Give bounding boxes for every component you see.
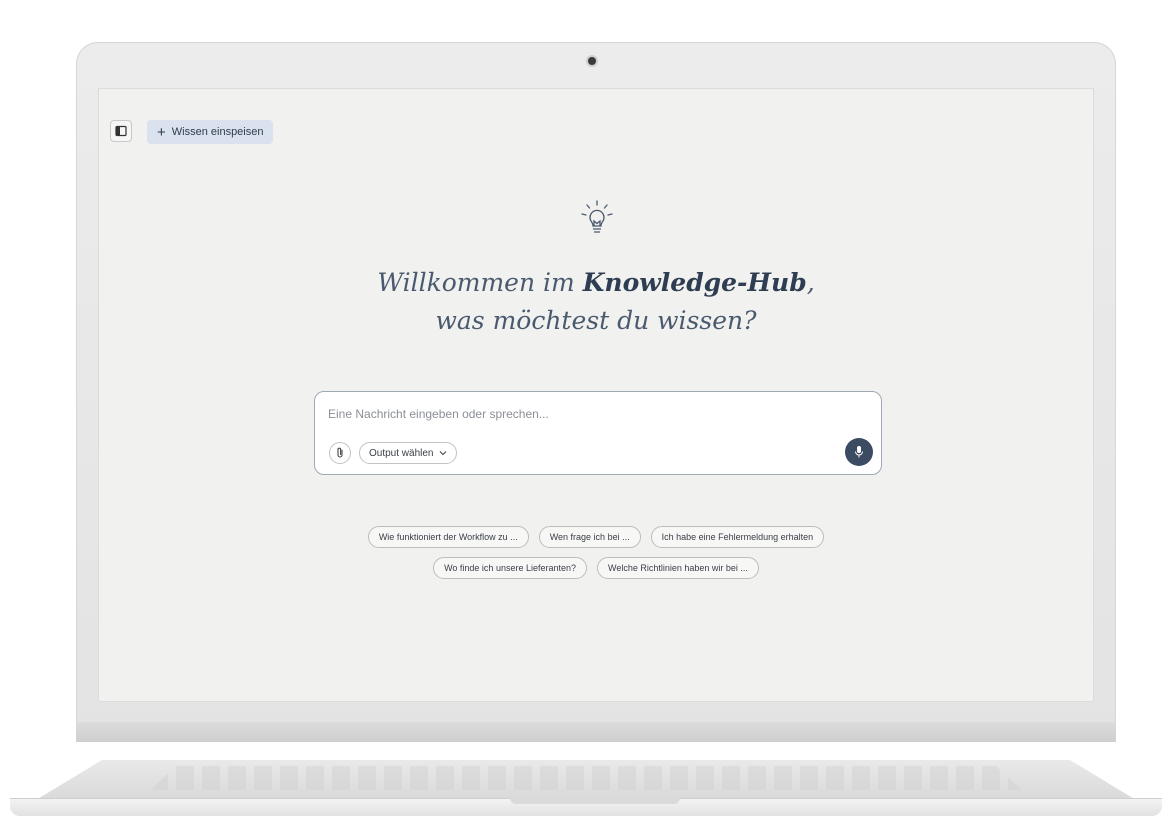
- suggestion-chip[interactable]: Welche Richtlinien haben wir bei ...: [597, 557, 759, 579]
- headline-prefix: Willkommen im: [377, 268, 583, 297]
- add-knowledge-label: Wissen einspeisen: [171, 126, 264, 138]
- paperclip-icon: [337, 447, 343, 458]
- suggestion-chip[interactable]: Wen frage ich bei ...: [538, 526, 641, 548]
- laptop-base: [0, 742, 1172, 816]
- microphone-icon: [855, 446, 863, 458]
- output-select-label: Output wählen: [369, 447, 434, 459]
- keyboard-keys: [150, 766, 1022, 790]
- headline-suffix: ,: [806, 268, 815, 297]
- app-screen: + Wissen einspeisen Willkommen im Knowle…: [98, 88, 1094, 702]
- laptop-hinge: [76, 722, 1116, 742]
- headline-line-2: was möchtest du wissen?: [435, 306, 757, 335]
- attach-button[interactable]: [329, 442, 351, 464]
- laptop-opening-notch: [510, 798, 680, 804]
- suggestion-chip[interactable]: Wo finde ich unsere Lieferanten?: [433, 557, 587, 579]
- welcome-headline: Willkommen im Knowledge-Hub, was möchtes…: [98, 264, 1094, 340]
- plus-icon: +: [157, 123, 166, 141]
- suggestion-chip[interactable]: Ich habe eine Fehlermeldung erhalten: [650, 526, 825, 548]
- headline-brand: Knowledge-Hub: [582, 268, 807, 297]
- suggestion-chip[interactable]: Wie funktioniert der Workflow zu ...: [367, 526, 529, 548]
- suggestion-row-1: Wie funktioniert der Workflow zu ... Wen…: [367, 526, 825, 548]
- camera-icon: [588, 57, 596, 65]
- suggestion-row-2: Wo finde ich unsere Lieferanten? Welche …: [433, 557, 759, 579]
- headline-line-1: Willkommen im Knowledge-Hub,: [98, 264, 1094, 302]
- sidebar-toggle-button[interactable]: [110, 120, 132, 142]
- suggestion-chips: Wie funktioniert der Workflow zu ... Wen…: [98, 526, 1094, 579]
- message-input[interactable]: [328, 407, 808, 421]
- lightbulb-icon: [581, 200, 613, 233]
- output-select[interactable]: Output wählen: [359, 442, 457, 464]
- add-knowledge-button[interactable]: + Wissen einspeisen: [147, 120, 274, 144]
- chevron-down-icon: [439, 451, 446, 456]
- sidebar-panel-icon: [115, 125, 127, 137]
- laptop-lid: + Wissen einspeisen Willkommen im Knowle…: [76, 42, 1116, 742]
- message-composer: Output wählen: [314, 391, 882, 475]
- microphone-button[interactable]: [845, 438, 873, 466]
